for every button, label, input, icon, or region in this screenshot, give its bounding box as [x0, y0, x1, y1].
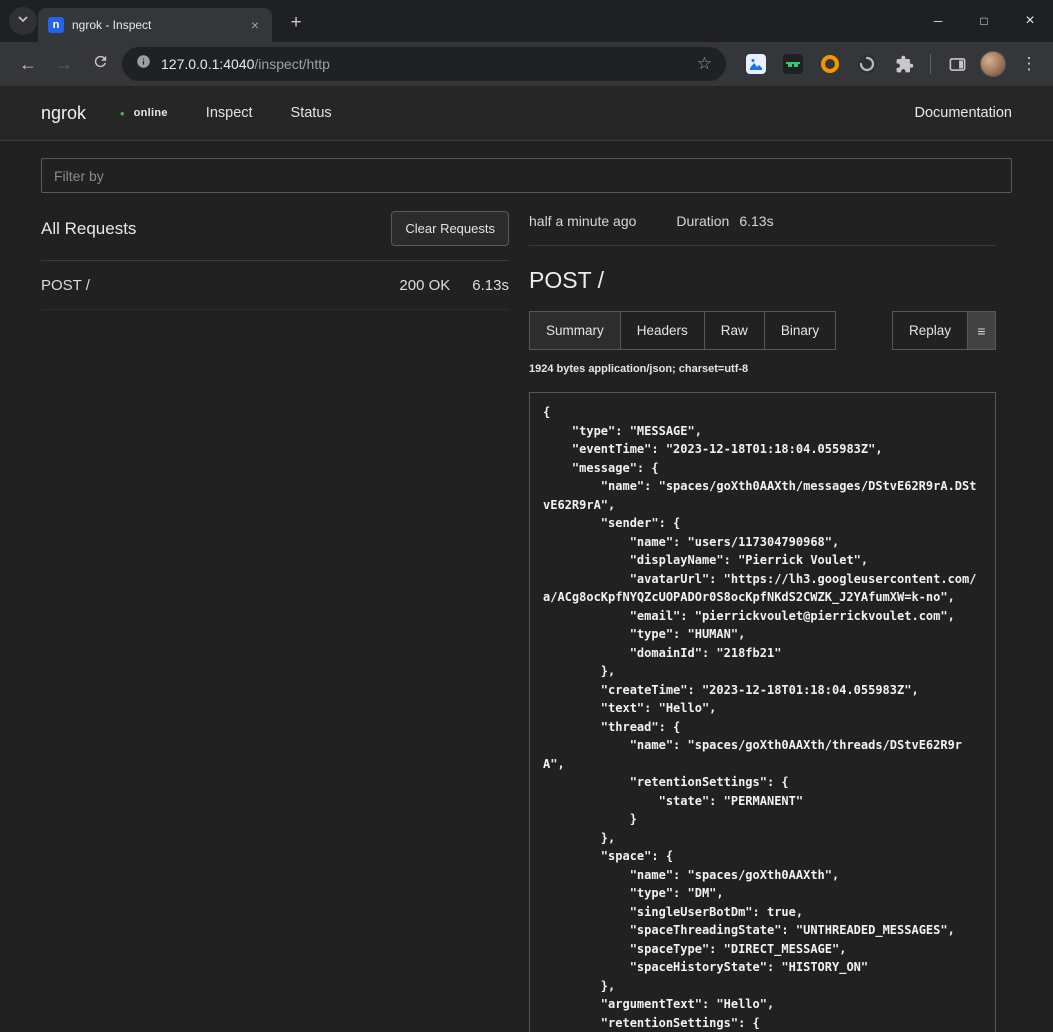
- replay-group: Replay ≡: [892, 311, 996, 350]
- bookmark-star-icon[interactable]: ☆: [697, 54, 712, 74]
- extension-icon-swirl[interactable]: [853, 50, 881, 78]
- nav-inspect-link[interactable]: Inspect: [206, 105, 253, 121]
- online-status: • online: [120, 106, 168, 121]
- online-status-label: online: [134, 107, 168, 119]
- response-body-json: { "type": "MESSAGE", "eventTime": "2023-…: [529, 392, 996, 1032]
- reload-button[interactable]: [82, 47, 118, 81]
- profile-avatar[interactable]: [980, 51, 1006, 77]
- request-status: 200 OK: [399, 277, 450, 294]
- back-button[interactable]: ←: [10, 47, 46, 81]
- browser-tab-strip: n ngrok - Inspect × + ─ □ ×: [0, 0, 1053, 42]
- forward-button[interactable]: →: [46, 47, 82, 81]
- filter-input[interactable]: [41, 158, 1012, 193]
- ngrok-logo[interactable]: ngrok: [41, 103, 86, 124]
- request-detail-header: half a minute ago Duration 6.13s: [529, 203, 996, 246]
- extension-icon-photos[interactable]: [742, 50, 770, 78]
- request-time-ago: half a minute ago: [529, 213, 636, 229]
- browser-tab[interactable]: n ngrok - Inspect ×: [38, 8, 272, 42]
- ngrok-header: ngrok • online Inspect Status Documentat…: [0, 86, 1053, 141]
- tab-raw[interactable]: Raw: [704, 311, 765, 350]
- ngrok-inspect-page: ngrok • online Inspect Status Documentat…: [0, 86, 1053, 1032]
- request-row-right: 200 OK 6.13s: [399, 277, 509, 294]
- address-bar[interactable]: 127.0.0.1:4040/inspect/http ☆: [122, 47, 726, 81]
- extension-icon-orange-ring[interactable]: [816, 50, 844, 78]
- duration-value: 6.13s: [739, 213, 773, 229]
- replay-button[interactable]: Replay: [892, 311, 968, 350]
- request-row[interactable]: POST / 200 OK 6.13s: [41, 261, 509, 310]
- url-path: /inspect/http: [254, 56, 330, 72]
- url-host: 127.0.0.1:4040: [161, 56, 254, 72]
- tab-title: ngrok - Inspect: [72, 18, 246, 32]
- window-close-button[interactable]: ×: [1007, 0, 1053, 42]
- replay-menu-toggle[interactable]: ≡: [967, 311, 996, 350]
- site-info-icon[interactable]: [136, 54, 151, 74]
- online-status-dot: •: [120, 106, 125, 121]
- browser-menu-icon[interactable]: ⋮: [1015, 50, 1043, 78]
- nav-documentation-link[interactable]: Documentation: [914, 105, 1012, 121]
- side-panel-icon[interactable]: [943, 50, 971, 78]
- duration-label: Duration: [676, 213, 729, 229]
- url-text: 127.0.0.1:4040/inspect/http: [161, 56, 330, 72]
- browser-window: n ngrok - Inspect × + ─ □ × ← → 127.0.0.…: [0, 0, 1053, 1032]
- requests-panel-title: All Requests: [41, 219, 136, 239]
- request-duration-wrap: Duration 6.13s: [676, 213, 773, 229]
- tab-close-icon[interactable]: ×: [246, 16, 264, 34]
- requests-panel: All Requests Clear Requests POST / 200 O…: [41, 203, 509, 1032]
- minimize-button[interactable]: ─: [915, 0, 961, 42]
- clear-requests-button[interactable]: Clear Requests: [391, 211, 509, 246]
- toolbar-icon-cluster: ⋮: [742, 50, 1043, 78]
- tab-summary[interactable]: Summary: [529, 311, 621, 350]
- toolbar-divider: [930, 54, 931, 74]
- response-meta: 1924 bytes application/json; charset=utf…: [529, 363, 996, 375]
- reload-icon: [92, 53, 109, 75]
- chevron-down-icon: [17, 12, 29, 30]
- new-tab-button[interactable]: +: [282, 9, 310, 37]
- inspect-content: All Requests Clear Requests POST / 200 O…: [0, 141, 1053, 1032]
- request-title: POST /: [529, 267, 996, 294]
- tab-headers[interactable]: Headers: [620, 311, 705, 350]
- requests-panel-header: All Requests Clear Requests: [41, 203, 509, 261]
- tab-search-button[interactable]: [9, 7, 37, 35]
- hamburger-icon: ≡: [977, 323, 985, 339]
- extension-icon-glasses[interactable]: [779, 50, 807, 78]
- request-method-path: POST /: [41, 277, 90, 294]
- request-detail-panel: half a minute ago Duration 6.13s POST / …: [529, 203, 996, 1032]
- nav-status-link[interactable]: Status: [291, 105, 332, 121]
- tab-binary[interactable]: Binary: [764, 311, 836, 350]
- ngrok-favicon: n: [48, 17, 64, 33]
- inspect-columns: All Requests Clear Requests POST / 200 O…: [41, 203, 1012, 1032]
- browser-toolbar: ← → 127.0.0.1:4040/inspect/http ☆: [0, 42, 1053, 86]
- request-duration: 6.13s: [472, 277, 509, 294]
- window-controls: ─ □ ×: [915, 0, 1053, 42]
- maximize-button[interactable]: □: [961, 0, 1007, 42]
- extensions-puzzle-icon[interactable]: [890, 50, 918, 78]
- detail-tabs: Summary Headers Raw Binary Replay ≡: [529, 311, 996, 350]
